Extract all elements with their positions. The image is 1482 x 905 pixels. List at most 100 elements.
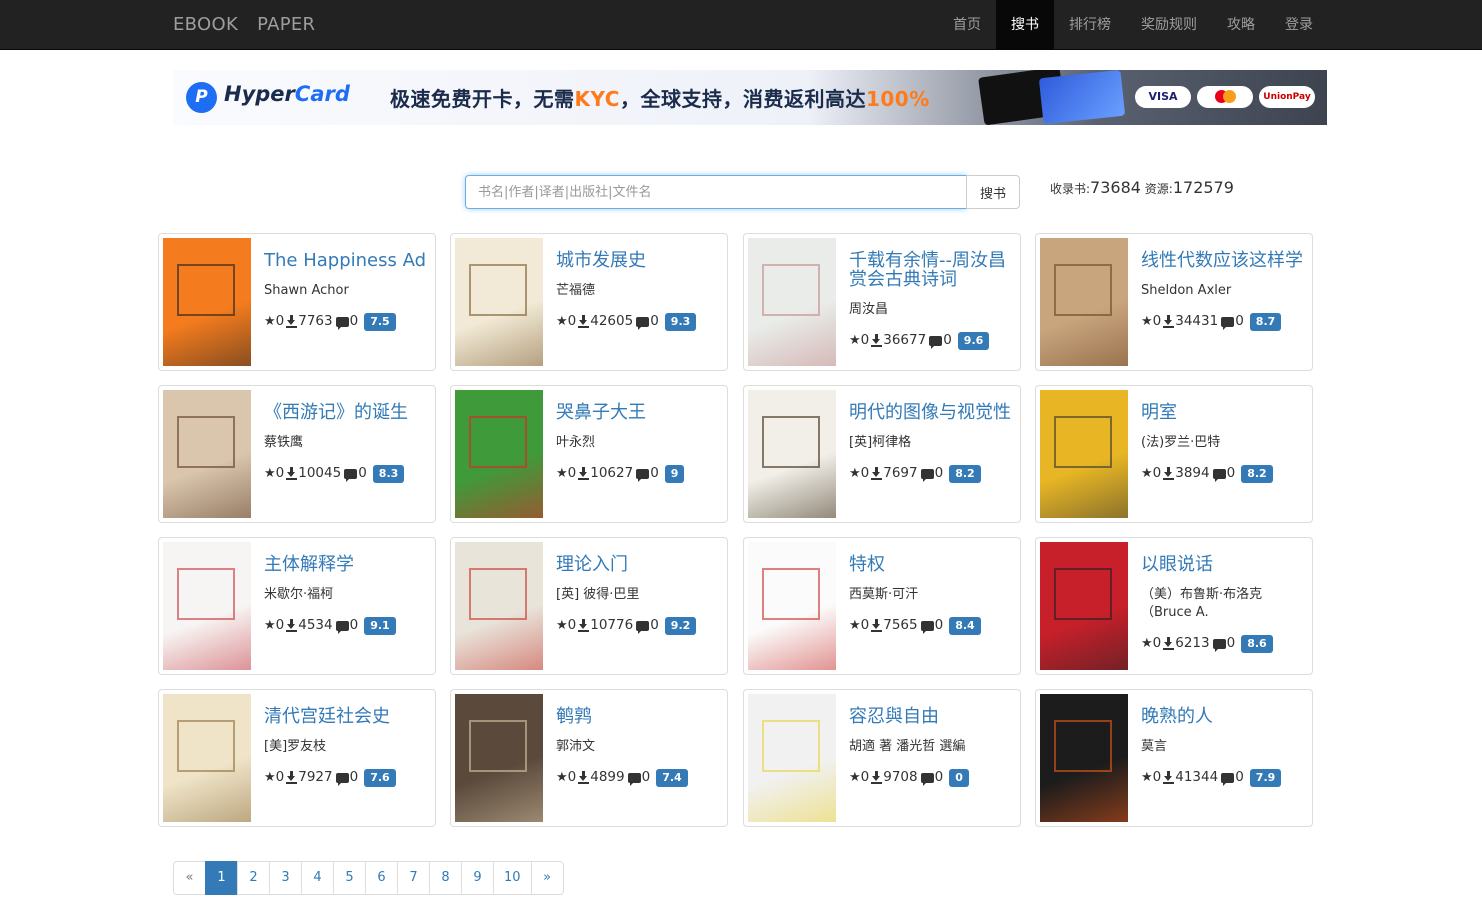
star-icon: ★	[264, 466, 276, 481]
comment-count: 0	[358, 465, 367, 481]
nav-reward-rules[interactable]: 奖励规则	[1126, 0, 1212, 50]
book-title[interactable]: 明代的图像与视觉性	[849, 402, 1011, 423]
star-icon: ★	[556, 314, 568, 329]
page-1[interactable]: 1	[205, 861, 238, 895]
book-card[interactable]: 线性代数应该这样学 Sheldon Axler ★ 0 34431 0 8.7	[1035, 233, 1313, 371]
page-6[interactable]: 6	[365, 861, 398, 895]
book-author: (法)罗兰·巴特	[1141, 435, 1221, 450]
brand[interactable]: EBOOK PAPER	[173, 0, 328, 50]
book-card[interactable]: 鹌鹑 郭沛文 ★ 0 4899 0 7.4	[450, 689, 728, 827]
book-meta: ★ 0 10045 0 8.3	[264, 464, 429, 483]
score-badge: 8.2	[949, 464, 981, 483]
page-next[interactable]: »	[530, 861, 564, 895]
book-cover[interactable]	[748, 694, 836, 822]
book-title[interactable]: 容忍與自由	[849, 706, 939, 727]
nav-home[interactable]: 首页	[938, 0, 996, 50]
comment-icon	[920, 772, 934, 786]
hypercard-banner-ad[interactable]: P HyperCard 极速免费开卡，无需KYC，全球支持，消费返利高达100%…	[173, 70, 1327, 125]
page-8[interactable]: 8	[429, 861, 462, 895]
book-card[interactable]: 主体解释学 米歇尔·福柯 ★ 0 4534 0 9.1	[158, 537, 436, 675]
book-title[interactable]: 《西游记》的诞生	[264, 402, 408, 423]
nav-guide[interactable]: 攻略	[1212, 0, 1270, 50]
book-title[interactable]: 哭鼻子大王	[556, 402, 646, 423]
book-title[interactable]: 以眼说话	[1141, 554, 1213, 575]
score-badge: 7.4	[656, 768, 688, 787]
nav-login[interactable]: 登录	[1270, 0, 1328, 50]
book-title[interactable]: 清代宫廷社会史	[264, 706, 390, 727]
download-icon	[1163, 637, 1175, 650]
book-title[interactable]: 晚熟的人	[1141, 706, 1213, 727]
book-title[interactable]: 明室	[1141, 402, 1177, 423]
book-card[interactable]: 以眼说话 （美）布鲁斯·布洛克（Bruce A. ★ 0 6213 0 8.6	[1035, 537, 1313, 675]
brand-paper[interactable]: PAPER	[257, 14, 315, 35]
book-card[interactable]: 城市发展史 芒福德 ★ 0 42605 0 9.3	[450, 233, 728, 371]
page-2[interactable]: 2	[237, 861, 270, 895]
book-card[interactable]: 容忍與自由 胡適 著 潘光哲 選編 ★ 0 9708 0 0	[743, 689, 1021, 827]
nav-search-books[interactable]: 搜书	[996, 0, 1054, 50]
book-author: 西莫斯·可汗	[849, 587, 919, 602]
book-title[interactable]: 理论入门	[556, 554, 628, 575]
book-meta: ★ 0 7927 0 7.6	[264, 768, 429, 787]
page-3[interactable]: 3	[269, 861, 302, 895]
cover-art	[177, 416, 235, 468]
book-title[interactable]: 鹌鹑	[556, 706, 592, 727]
page-7[interactable]: 7	[397, 861, 430, 895]
book-title[interactable]: 千载有余情--周汝昌赏会古典诗词	[849, 250, 1006, 290]
book-cover[interactable]	[748, 542, 836, 670]
book-card[interactable]: 明代的图像与视觉性 [英]柯律格 ★ 0 7697 0 8.2	[743, 385, 1021, 523]
book-author: 郭沛文	[556, 739, 596, 754]
nav-rankings[interactable]: 排行榜	[1054, 0, 1126, 50]
star-count: 0	[275, 465, 285, 481]
download-count: 4899	[590, 769, 625, 785]
book-cover[interactable]	[163, 694, 251, 822]
book-cover[interactable]	[1040, 238, 1128, 366]
book-cover[interactable]	[1040, 542, 1128, 670]
book-cover[interactable]	[455, 542, 543, 670]
book-title[interactable]: The Happiness Ad	[264, 250, 426, 271]
score-badge: 9.3	[664, 312, 697, 331]
book-cover[interactable]	[455, 694, 543, 822]
book-cover[interactable]	[1040, 694, 1128, 822]
download-count: 3894	[1175, 465, 1210, 481]
page-10[interactable]: 10	[493, 861, 532, 895]
comment-icon	[636, 316, 650, 330]
book-cover[interactable]	[748, 390, 836, 518]
book-title[interactable]: 特权	[849, 554, 885, 575]
book-card[interactable]: The Happiness Ad Shawn Achor ★ 0 7763 0 7.5	[158, 233, 436, 371]
star-icon: ★	[556, 466, 568, 481]
book-cover[interactable]	[163, 238, 251, 366]
page-prev[interactable]: «	[173, 861, 206, 895]
book-meta: ★ 0 34431 0 8.7	[1141, 312, 1306, 331]
book-card[interactable]: 理论入门 [英] 彼得·巴里 ★ 0 10776 0 9.2	[450, 537, 728, 675]
page-9[interactable]: 9	[461, 861, 494, 895]
comment-icon	[929, 335, 943, 349]
search-input[interactable]	[465, 175, 967, 209]
score-badge: 9	[664, 464, 685, 483]
brand-ebook[interactable]: EBOOK	[173, 14, 238, 35]
book-title[interactable]: 城市发展史	[556, 250, 646, 271]
book-cover[interactable]	[748, 238, 836, 366]
book-card[interactable]: 晚熟的人 莫言 ★ 0 41344 0 7.9	[1035, 689, 1313, 827]
book-cover[interactable]	[1040, 390, 1128, 518]
book-card[interactable]: 《西游记》的诞生 蔡铁鹰 ★ 0 10045 0 8.3	[158, 385, 436, 523]
book-cover[interactable]	[163, 390, 251, 518]
download-icon	[578, 771, 590, 784]
book-cover[interactable]	[455, 238, 543, 366]
book-cover[interactable]	[163, 542, 251, 670]
banner-slogan: 极速免费开卡，无需KYC，全球支持，消费返利高达100%	[390, 87, 930, 111]
book-meta: ★ 0 6213 0 8.6	[1141, 634, 1306, 653]
book-card[interactable]: 千载有余情--周汝昌赏会古典诗词 周汝昌 ★ 0 36677 0 9.6	[743, 233, 1021, 371]
page-5[interactable]: 5	[333, 861, 366, 895]
book-card[interactable]: 特权 西莫斯·可汗 ★ 0 7565 0 8.4	[743, 537, 1021, 675]
comment-count: 0	[1226, 635, 1236, 651]
book-cover[interactable]	[455, 390, 543, 518]
book-title[interactable]: 线性代数应该这样学	[1141, 250, 1303, 271]
page-4[interactable]: 4	[301, 861, 334, 895]
book-card[interactable]: 清代宫廷社会史 [美]罗友枝 ★ 0 7927 0 7.6	[158, 689, 436, 827]
book-meta: ★ 0 41344 0 7.9	[1141, 768, 1306, 787]
book-title[interactable]: 主体解释学	[264, 554, 354, 575]
book-card[interactable]: 哭鼻子大王 叶永烈 ★ 0 10627 0 9	[450, 385, 728, 523]
search-button[interactable]: 搜书	[966, 175, 1020, 209]
book-card[interactable]: 明室 (法)罗兰·巴特 ★ 0 3894 0 8.2	[1035, 385, 1313, 523]
download-icon	[871, 334, 883, 347]
